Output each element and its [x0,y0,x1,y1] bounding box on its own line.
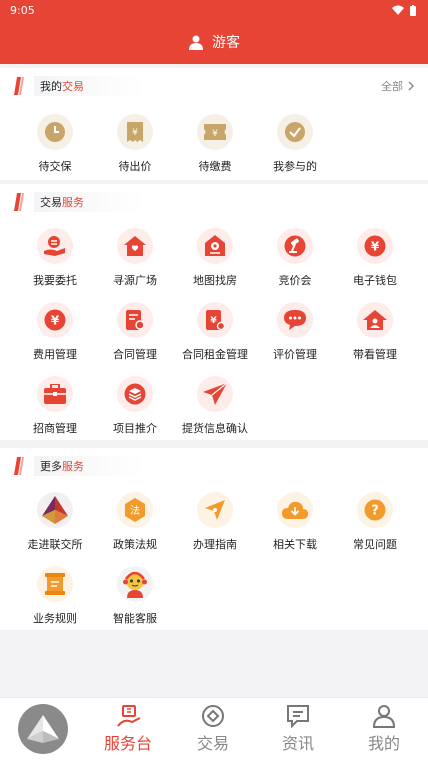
status-time: 9:05 [10,3,35,17]
more-service-section: 更多服务 走进联交所 法 政策法规 办理指南 相关下载 ? 常见问题 业务规则 [0,448,428,630]
grid-item[interactable]: 智能客服 [95,566,175,626]
svg-text:¥: ¥ [132,128,138,138]
section-mark-icon [14,77,24,95]
layers-icon [124,383,146,405]
wifi-icon [392,5,404,15]
grid-item[interactable]: ¥ 待出价 [95,114,175,174]
question-icon: ? [364,499,386,521]
robot-icon [123,571,147,598]
gavel-icon [284,235,306,257]
section-header: 更多服务 [0,448,428,484]
grid-item[interactable]: 评价管理 [255,302,335,362]
app-header[interactable]: 游客 [0,20,428,64]
app-logo-icon [27,715,59,743]
profile-icon [372,705,396,728]
grid-item[interactable]: ¥ 合同租金管理 [175,302,255,362]
grid-item[interactable]: 寻源广场 [95,228,175,288]
grid-item[interactable]: 我要委托 [15,228,95,288]
svg-text:¥: ¥ [51,314,60,328]
map-house-icon [205,235,225,256]
grid-item[interactable]: 相关下载 [255,492,335,552]
user-label: 游客 [212,35,240,51]
wallet-icon: ¥ [364,235,386,257]
grid-item[interactable]: 法 政策法规 [95,492,175,552]
tab-news[interactable]: 资讯 [268,704,328,754]
grid-item[interactable]: 提货信息确认 [175,376,255,436]
grid-item[interactable]: 走进联交所 [15,492,95,552]
user-icon [189,35,203,50]
tab-profile[interactable]: 我的 [354,704,414,754]
section-title: 交易服务 [34,192,144,212]
section-mark-icon [14,193,24,211]
svg-text:法: 法 [130,504,140,517]
trade-icon [202,705,224,727]
law-icon: 法 [125,498,145,522]
cloud-download-icon [282,501,308,519]
grid-item[interactable]: 竞价会 [255,228,335,288]
grid-item[interactable]: ¥ 电子钱包 [335,228,415,288]
grid-item[interactable]: 项目推介 [95,376,175,436]
house-icon [124,236,146,256]
grid-item[interactable]: 待交保 [15,114,95,174]
rent-contract-icon: ¥ [206,310,226,331]
svg-text:¥: ¥ [371,240,380,254]
app-logo-button[interactable] [18,704,68,754]
yen-icon: ¥ [44,309,66,331]
section-title: 更多服务 [34,456,144,476]
grid-item[interactable]: 业务规则 [15,566,95,626]
entrust-icon [44,236,65,256]
grid-item[interactable]: 招商管理 [15,376,95,436]
section-header: 交易服务 [0,184,428,220]
news-icon [287,705,309,728]
grid-item[interactable]: 办理指南 [175,492,255,552]
trade-service-section: 交易服务 我要委托 寻源广场 地图找房 竞价会 ¥ 电子钱包 ¥ 费用管理 合同… [0,184,428,440]
clock-icon [45,122,65,142]
view-all-link[interactable]: 全部 [381,78,414,94]
section-header: 我的交易 全部 [0,68,428,104]
viewing-icon [363,310,387,330]
contract-icon [126,310,145,330]
service-desk-icon [117,705,141,727]
briefcase-icon [44,384,66,404]
bid-icon: ¥ [127,122,143,142]
battery-icon [410,4,416,16]
grid-item[interactable]: 地图找房 [175,228,255,288]
status-bar: 9:05 [0,0,428,20]
chevron-right-icon [408,81,414,91]
section-mark-icon [14,457,24,475]
rules-icon [45,573,65,595]
system-icons [392,4,416,16]
exchange-logo-icon [42,496,68,524]
send-icon [203,383,227,405]
grid-item[interactable]: 我参与的 [255,114,335,174]
tab-service-desk[interactable]: 服务台 [98,704,158,754]
svg-text:?: ? [371,504,379,519]
grid-item[interactable]: 合同管理 [95,302,175,362]
ticket-icon: ¥ [204,124,226,140]
svg-text:¥: ¥ [210,316,217,326]
comment-icon [284,310,306,330]
grid-item[interactable]: ? 常见问题 [335,492,415,552]
grid-item[interactable]: 带看管理 [335,302,415,362]
grid-item[interactable]: ¥ 费用管理 [15,302,95,362]
check-icon [285,122,305,142]
grid-item[interactable]: ¥ 待缴费 [175,114,255,174]
svg-text:¥: ¥ [212,129,218,139]
my-trade-section: 我的交易 全部 待交保 ¥ 待出价 ¥ 待缴费 我参与的 [0,68,428,180]
tab-trade[interactable]: 交易 [183,704,243,754]
section-title: 我的交易 [34,76,144,96]
compass-icon [205,500,225,520]
